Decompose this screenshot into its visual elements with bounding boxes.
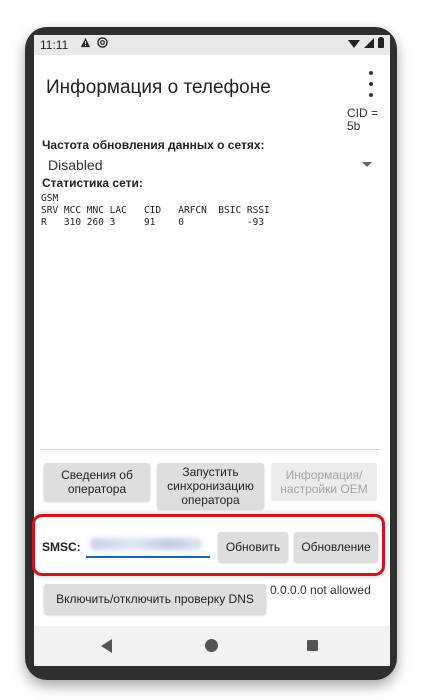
network-stats-line: GSM [41, 193, 59, 204]
cid-label: CID = 5b [347, 106, 379, 133]
battery-icon [378, 37, 384, 51]
operator-info-button[interactable]: Сведения об оператора [44, 463, 150, 501]
home-icon[interactable] [205, 639, 218, 652]
status-time: 11:11 [40, 38, 69, 52]
warning-icon [80, 37, 91, 51]
dns-status: 0.0.0.0 not allowed [270, 583, 371, 597]
operator-sync-button[interactable]: Запустить синхронизацию оператора [157, 463, 264, 509]
page-title: Информация о телефоне [46, 77, 271, 98]
wifi-icon [348, 37, 360, 51]
refresh-rate-value: Disabled [48, 157, 103, 173]
at-sign-icon [97, 37, 108, 51]
app-bar: Информация о телефоне [34, 55, 390, 121]
recents-icon[interactable] [307, 640, 318, 651]
dropdown-arrow-icon [362, 162, 372, 167]
network-stats-label: Статистика сети: [42, 176, 143, 190]
operator-info-label: Сведения об оператора [61, 468, 133, 496]
back-icon[interactable] [101, 639, 112, 653]
cid-value: CID = 5b [347, 107, 387, 133]
network-stats-row: R 310 260 3 91 0 -93 [41, 217, 265, 228]
refresh-rate-dropdown[interactable]: Disabled [48, 157, 372, 175]
signal-icon [364, 37, 374, 51]
dns-toggle-button[interactable]: Включить/отключить проверку DNS [44, 584, 266, 614]
network-stats-header: SRV MCC MNC LAC CID ARFCN BSIC RSSI [41, 205, 270, 216]
status-bar: 11:11 [34, 35, 390, 55]
nav-bar [34, 626, 390, 666]
divider [40, 449, 380, 450]
refresh-rate-label: Частота обновления данных о сетях: [42, 138, 265, 152]
dns-toggle-label: Включить/отключить проверку DNS [56, 592, 254, 606]
oem-info-button[interactable]: Информация/настройки OEM [271, 463, 377, 501]
operator-sync-label: Запустить синхронизацию оператора [167, 465, 254, 507]
more-vert-icon[interactable] [366, 71, 376, 97]
oem-info-label: Информация/настройки OEM [280, 468, 368, 496]
smsc-highlight-frame [32, 514, 385, 576]
